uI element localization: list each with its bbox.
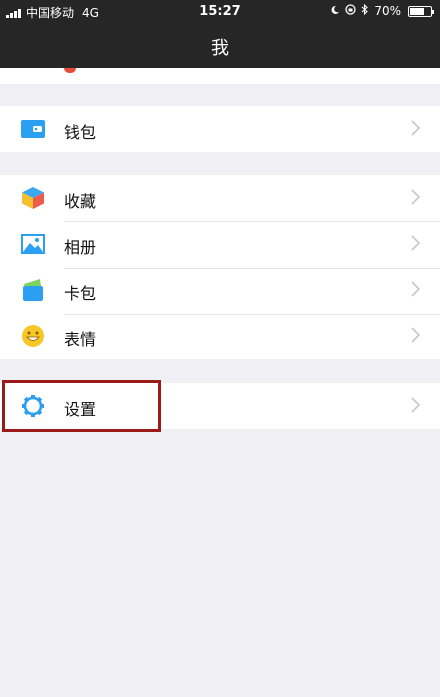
bluetooth-icon — [361, 3, 369, 18]
gear-icon — [20, 394, 46, 418]
wallet-icon — [20, 117, 46, 141]
battery-percent: 70% — [374, 4, 401, 18]
menu-label-album: 相册 — [64, 238, 97, 257]
moon-icon — [330, 4, 340, 18]
menu-item-cards[interactable]: 卡包 — [0, 267, 440, 313]
menu-label-settings: 设置 — [64, 400, 97, 419]
card-wallet-icon — [20, 278, 46, 302]
chevron-right-icon — [411, 397, 421, 413]
top-bar: 中国移动 4G 15:27 70% 我 — [0, 0, 440, 68]
profile-section-edge[interactable] — [0, 68, 440, 84]
settings-group: 设置 — [0, 383, 440, 429]
page-title: 我 — [211, 38, 229, 59]
chevron-right-icon — [411, 281, 421, 297]
chevron-right-icon — [411, 327, 421, 343]
chevron-right-icon — [411, 189, 421, 205]
menu-item-wallet[interactable]: 钱包 — [0, 106, 440, 152]
album-picture-icon — [20, 232, 46, 256]
battery-icon — [408, 5, 434, 17]
profile-decoration — [64, 68, 76, 73]
menu-label-stickers: 表情 — [64, 330, 97, 349]
menu-label-cards: 卡包 — [64, 284, 97, 303]
chevron-right-icon — [411, 120, 421, 136]
menu-item-album[interactable]: 相册 — [0, 221, 440, 267]
menu-item-settings[interactable]: 设置 — [0, 383, 440, 429]
services-group: 收藏 相册 卡包 表情 — [0, 175, 440, 359]
menu-label-wallet: 钱包 — [64, 123, 97, 142]
smiley-icon — [20, 324, 46, 348]
menu-item-favorites[interactable]: 收藏 — [0, 175, 440, 221]
menu-label-favorites: 收藏 — [64, 192, 97, 211]
status-right: 70% — [330, 3, 434, 18]
status-bar: 中国移动 4G 15:27 70% — [0, 0, 440, 24]
chevron-right-icon — [411, 235, 421, 251]
menu-item-stickers[interactable]: 表情 — [0, 313, 440, 359]
favorites-cube-icon — [20, 186, 46, 210]
wallet-group: 钱包 — [0, 106, 440, 152]
rotation-lock-icon — [345, 4, 356, 18]
